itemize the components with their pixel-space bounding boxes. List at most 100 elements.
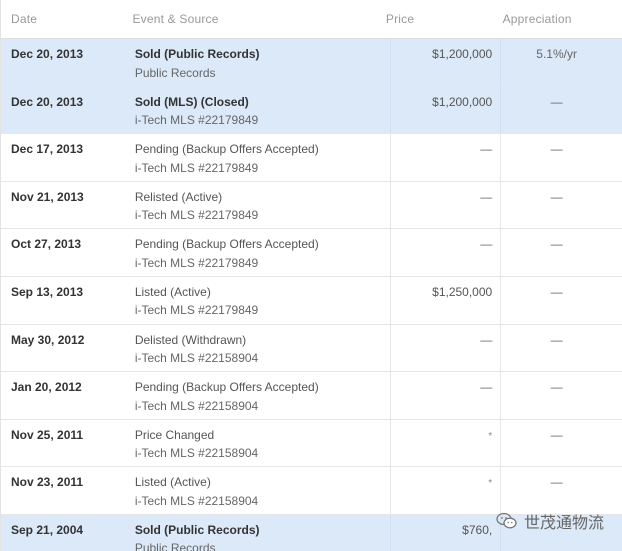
event-source: Public Records xyxy=(134,65,216,80)
appreciation-cell: — xyxy=(500,419,622,467)
appreciation-cell: — xyxy=(500,86,622,134)
appreciation-value: — xyxy=(550,284,563,299)
event-name: Pending (Backup Offers Accepted) xyxy=(134,237,319,252)
appreciation-value: — xyxy=(550,142,563,157)
price-cell: $760, xyxy=(390,514,500,551)
date-cell: May 30, 2012 xyxy=(1,325,123,372)
table-row[interactable]: Nov 25, 2011 Price Changed i-Tech MLS #221… xyxy=(1,419,622,468)
event-source-cell: Sold (Public Records) Public Records xyxy=(123,39,391,86)
price-value: * xyxy=(488,430,493,442)
price-value: — xyxy=(480,380,493,395)
date-cell: Dec 20, 2013 xyxy=(1,39,123,86)
price-cell: * xyxy=(390,419,500,467)
appreciation-value: — xyxy=(550,189,563,204)
event-source: i-Tech MLS #22158904 xyxy=(134,351,259,366)
price-value: — xyxy=(480,237,493,252)
event-source: i-Tech MLS #22179849 xyxy=(134,208,259,223)
event-name: Price Changed xyxy=(134,427,215,442)
event-date: Oct 27, 2013 xyxy=(11,237,82,252)
event-source-cell: Pending (Backup Offers Accepted) i-Tech M… xyxy=(123,372,391,419)
table-row[interactable]: Oct 27, 2013 Pending (Backup Offers Accep… xyxy=(1,229,622,277)
watermark: 世茂通物流 xyxy=(496,509,604,533)
price-cell: $1,200,000 xyxy=(390,86,500,134)
event-source-cell: Pending (Backup Offers Accepted) i-Tech M… xyxy=(123,134,391,181)
table-header: Date Event & Source Price Appreciation xyxy=(1,0,622,39)
event-source-cell: Relisted (Active) i-Tech MLS #22179849 xyxy=(123,182,391,229)
property-history-table: Date Event & Source Price Appreciation D… xyxy=(0,0,622,551)
event-name: Pending (Backup Offers Accepted) xyxy=(134,142,319,157)
date-cell: Jan 20, 2012 xyxy=(1,372,123,419)
event-source: i-Tech MLS #22158904 xyxy=(134,398,259,413)
date-cell: Dec 17, 2013 xyxy=(1,134,123,181)
table-row[interactable]: Dec 20, 2013 Sold (MLS) (Closed) i-Tech ML… xyxy=(1,86,622,135)
table-body: Dec 20, 2013 Sold (Public Records) Public … xyxy=(1,39,622,551)
header-price[interactable]: Price xyxy=(373,12,493,26)
date-cell: Nov 21, 2013 xyxy=(1,182,123,229)
event-date: Dec 20, 2013 xyxy=(11,47,84,61)
event-name: Sold (MLS) (Closed) xyxy=(134,94,249,109)
price-cell: $1,250,000 xyxy=(390,276,500,324)
event-name: Sold (Public Records) xyxy=(134,47,260,61)
event-source-cell: Price Changed i-Tech MLS #22158904 xyxy=(123,420,391,467)
table-row[interactable]: May 30, 2012 Delisted (Withdrawn) i-Tech M… xyxy=(1,324,622,373)
event-source: Public Records xyxy=(134,541,216,551)
date-cell: Nov 23, 2011 xyxy=(1,467,123,514)
date-cell: Sep 21, 2004 xyxy=(1,515,123,551)
price-cell: — xyxy=(390,229,500,276)
event-date: Nov 21, 2013 xyxy=(11,189,84,204)
table-row[interactable]: Nov 23, 2011 Listed (Active) i-Tech MLS #2… xyxy=(1,467,622,515)
event-source: i-Tech MLS #22179849 xyxy=(134,160,259,175)
appreciation-cell: — xyxy=(500,372,622,419)
event-source-cell: Sold (Public Records) Public Records xyxy=(123,515,391,551)
event-source: i-Tech MLS #22158904 xyxy=(134,446,259,461)
appreciation-value: — xyxy=(550,427,563,442)
appreciation-cell: — xyxy=(500,134,622,181)
event-source-cell: Pending (Backup Offers Accepted) i-Tech M… xyxy=(123,229,391,276)
header-date[interactable]: Date xyxy=(1,12,120,26)
price-value: $760, xyxy=(462,522,493,537)
date-cell: Sep 13, 2013 xyxy=(1,277,123,324)
price-value: $1,200,000 xyxy=(432,94,493,109)
appreciation-value: — xyxy=(550,94,563,109)
appreciation-cell: — xyxy=(500,181,622,229)
appreciation-cell: — xyxy=(500,467,622,514)
event-source: i-Tech MLS #22179849 xyxy=(134,113,259,128)
appreciation-value: 5.1%/yr xyxy=(536,47,577,61)
price-cell: — xyxy=(390,181,500,229)
event-name: Pending (Backup Offers Accepted) xyxy=(134,380,319,395)
table-row[interactable]: Jan 20, 2012 Pending (Backup Offers Accep… xyxy=(1,372,622,420)
event-date: Jan 20, 2012 xyxy=(11,380,82,395)
price-value: — xyxy=(480,332,493,347)
event-name: Delisted (Withdrawn) xyxy=(134,332,247,347)
price-value: $1,250,000 xyxy=(432,284,493,299)
date-cell: Dec 20, 2013 xyxy=(1,87,123,134)
table-row[interactable]: Dec 20, 2013 Sold (Public Records) Public … xyxy=(1,39,622,87)
appreciation-cell: — xyxy=(500,324,622,372)
event-name: Relisted (Active) xyxy=(134,189,223,204)
event-source: i-Tech MLS #22179849 xyxy=(134,255,259,270)
header-event-source[interactable]: Event & Source xyxy=(120,12,372,26)
table-row[interactable]: Dec 17, 2013 Pending (Backup Offers Accep… xyxy=(1,134,622,182)
price-cell: $1,200,000 xyxy=(390,39,500,86)
event-date: Dec 20, 2013 xyxy=(11,94,84,109)
event-source-cell: Listed (Active) i-Tech MLS #22179849 xyxy=(123,277,391,324)
event-name: Listed (Active) xyxy=(134,284,211,299)
appreciation-cell: 5.1%/yr xyxy=(500,39,622,86)
event-source-cell: Sold (MLS) (Closed) i-Tech MLS #22179849 xyxy=(123,87,391,134)
appreciation-cell: — xyxy=(500,276,622,324)
price-value: $1,200,000 xyxy=(432,47,493,61)
header-appreciation[interactable]: Appreciation xyxy=(493,12,622,26)
price-cell: — xyxy=(390,372,500,419)
appreciation-value: — xyxy=(550,237,563,252)
price-value: — xyxy=(480,142,493,157)
table-row[interactable]: Nov 21, 2013 Relisted (Active) i-Tech MLS … xyxy=(1,181,622,230)
price-cell: — xyxy=(390,324,500,372)
price-value: — xyxy=(480,189,493,204)
event-date: Dec 17, 2013 xyxy=(11,142,84,157)
event-date: Sep 21, 2004 xyxy=(11,522,84,537)
event-source: i-Tech MLS #22179849 xyxy=(134,303,259,318)
appreciation-value: — xyxy=(550,380,563,395)
table-row[interactable]: Sep 13, 2013 Listed (Active) i-Tech MLS #2… xyxy=(1,276,622,325)
watermark-text: 世茂通物流 xyxy=(523,515,604,532)
event-source-cell: Listed (Active) i-Tech MLS #22158904 xyxy=(123,467,391,514)
